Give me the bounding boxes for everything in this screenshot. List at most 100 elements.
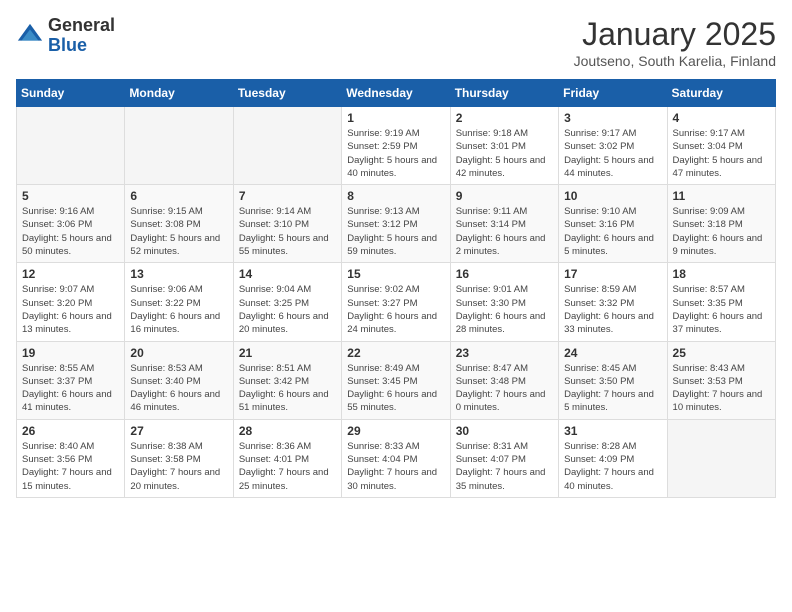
day-number: 21 bbox=[239, 346, 336, 360]
day-number: 2 bbox=[456, 111, 553, 125]
day-info: Sunrise: 9:04 AM Sunset: 3:25 PM Dayligh… bbox=[239, 283, 336, 336]
calendar-cell: 29 Sunrise: 8:33 AM Sunset: 4:04 PM Dayli… bbox=[342, 419, 450, 497]
calendar-week-3: 12Sunrise: 9:07 AM Sunset: 3:20 PM Dayli… bbox=[17, 263, 776, 341]
day-number: 5 bbox=[22, 189, 119, 203]
calendar-cell bbox=[233, 107, 341, 185]
calendar-cell: 6 Sunrise: 9:15 AM Sunset: 3:08 PM Daylig… bbox=[125, 185, 233, 263]
day-number: 23 bbox=[456, 346, 553, 360]
calendar-cell: 21 Sunrise: 8:51 AM Sunset: 3:42 PM Dayli… bbox=[233, 341, 341, 419]
day-header-saturday: Saturday bbox=[667, 80, 775, 107]
day-info: Sunrise: 8:47 AM Sunset: 3:48 PM Dayligh… bbox=[456, 362, 553, 415]
calendar-cell bbox=[125, 107, 233, 185]
day-info: Sunrise: 9:09 AM Sunset: 3:18 PM Dayligh… bbox=[673, 205, 770, 258]
calendar-cell: 22 Sunrise: 8:49 AM Sunset: 3:45 PM Dayli… bbox=[342, 341, 450, 419]
day-info: Sunrise: 8:40 AM Sunset: 3:56 PM Dayligh… bbox=[22, 440, 119, 493]
calendar-cell: 30 Sunrise: 8:31 AM Sunset: 4:07 PM Dayli… bbox=[450, 419, 558, 497]
page-header: General Blue January 2025 Joutseno, Sout… bbox=[16, 16, 776, 69]
calendar-cell: 3Sunrise: 9:17 AM Sunset: 3:02 PM Daylig… bbox=[559, 107, 667, 185]
day-info: Sunrise: 9:07 AM Sunset: 3:20 PM Dayligh… bbox=[22, 283, 119, 336]
logo: General Blue bbox=[16, 16, 115, 56]
calendar-cell: 19Sunrise: 8:55 AM Sunset: 3:37 PM Dayli… bbox=[17, 341, 125, 419]
location-subtitle: Joutseno, South Karelia, Finland bbox=[574, 53, 776, 69]
day-header-monday: Monday bbox=[125, 80, 233, 107]
day-number: 14 bbox=[239, 267, 336, 281]
day-number: 6 bbox=[130, 189, 227, 203]
day-number: 10 bbox=[564, 189, 661, 203]
logo-text: General Blue bbox=[48, 16, 115, 56]
day-number: 27 bbox=[130, 424, 227, 438]
calendar-cell: 2 Sunrise: 9:18 AM Sunset: 3:01 PM Daylig… bbox=[450, 107, 558, 185]
day-info: Sunrise: 9:16 AM Sunset: 3:06 PM Dayligh… bbox=[22, 205, 119, 258]
calendar-cell: 14 Sunrise: 9:04 AM Sunset: 3:25 PM Dayli… bbox=[233, 263, 341, 341]
calendar-cell: 17 Sunrise: 8:59 AM Sunset: 3:32 PM Dayli… bbox=[559, 263, 667, 341]
day-info: Sunrise: 8:53 AM Sunset: 3:40 PM Dayligh… bbox=[130, 362, 227, 415]
day-info: Sunrise: 9:19 AM Sunset: 2:59 PM Dayligh… bbox=[347, 127, 444, 180]
day-number: 30 bbox=[456, 424, 553, 438]
calendar-cell: 31 Sunrise: 8:28 AM Sunset: 4:09 PM Dayli… bbox=[559, 419, 667, 497]
day-number: 7 bbox=[239, 189, 336, 203]
day-info: Sunrise: 9:15 AM Sunset: 3:08 PM Dayligh… bbox=[130, 205, 227, 258]
day-info: Sunrise: 8:36 AM Sunset: 4:01 PM Dayligh… bbox=[239, 440, 336, 493]
day-info: Sunrise: 9:11 AM Sunset: 3:14 PM Dayligh… bbox=[456, 205, 553, 258]
calendar-cell: 18Sunrise: 8:57 AM Sunset: 3:35 PM Dayli… bbox=[667, 263, 775, 341]
day-info: Sunrise: 9:06 AM Sunset: 3:22 PM Dayligh… bbox=[130, 283, 227, 336]
calendar-cell: 27 Sunrise: 8:38 AM Sunset: 3:58 PM Dayli… bbox=[125, 419, 233, 497]
day-number: 11 bbox=[673, 189, 770, 203]
calendar-cell: 12Sunrise: 9:07 AM Sunset: 3:20 PM Dayli… bbox=[17, 263, 125, 341]
day-header-wednesday: Wednesday bbox=[342, 80, 450, 107]
day-info: Sunrise: 9:02 AM Sunset: 3:27 PM Dayligh… bbox=[347, 283, 444, 336]
calendar-table: SundayMondayTuesdayWednesdayThursdayFrid… bbox=[16, 79, 776, 498]
calendar-cell: 1Sunrise: 9:19 AM Sunset: 2:59 PM Daylig… bbox=[342, 107, 450, 185]
day-number: 31 bbox=[564, 424, 661, 438]
day-number: 16 bbox=[456, 267, 553, 281]
calendar-cell: 16Sunrise: 9:01 AM Sunset: 3:30 PM Dayli… bbox=[450, 263, 558, 341]
day-number: 15 bbox=[347, 267, 444, 281]
day-info: Sunrise: 8:28 AM Sunset: 4:09 PM Dayligh… bbox=[564, 440, 661, 493]
calendar-header-row: SundayMondayTuesdayWednesdayThursdayFrid… bbox=[17, 80, 776, 107]
title-block: January 2025 Joutseno, South Karelia, Fi… bbox=[574, 16, 776, 69]
day-number: 22 bbox=[347, 346, 444, 360]
day-number: 8 bbox=[347, 189, 444, 203]
month-title: January 2025 bbox=[574, 16, 776, 53]
day-number: 4 bbox=[673, 111, 770, 125]
calendar-cell: 24Sunrise: 8:45 AM Sunset: 3:50 PM Dayli… bbox=[559, 341, 667, 419]
calendar-cell: 11 Sunrise: 9:09 AM Sunset: 3:18 PM Dayli… bbox=[667, 185, 775, 263]
calendar-week-1: 1Sunrise: 9:19 AM Sunset: 2:59 PM Daylig… bbox=[17, 107, 776, 185]
calendar-cell: 15 Sunrise: 9:02 AM Sunset: 3:27 PM Dayli… bbox=[342, 263, 450, 341]
calendar-week-5: 26 Sunrise: 8:40 AM Sunset: 3:56 PM Dayli… bbox=[17, 419, 776, 497]
calendar-cell: 23 Sunrise: 8:47 AM Sunset: 3:48 PM Dayli… bbox=[450, 341, 558, 419]
calendar-cell: 28 Sunrise: 8:36 AM Sunset: 4:01 PM Dayli… bbox=[233, 419, 341, 497]
day-info: Sunrise: 8:55 AM Sunset: 3:37 PM Dayligh… bbox=[22, 362, 119, 415]
calendar-cell: 10 Sunrise: 9:10 AM Sunset: 3:16 PM Dayli… bbox=[559, 185, 667, 263]
calendar-cell: 26 Sunrise: 8:40 AM Sunset: 3:56 PM Dayli… bbox=[17, 419, 125, 497]
day-header-tuesday: Tuesday bbox=[233, 80, 341, 107]
calendar-cell: 25Sunrise: 8:43 AM Sunset: 3:53 PM Dayli… bbox=[667, 341, 775, 419]
day-info: Sunrise: 9:18 AM Sunset: 3:01 PM Dayligh… bbox=[456, 127, 553, 180]
day-info: Sunrise: 8:38 AM Sunset: 3:58 PM Dayligh… bbox=[130, 440, 227, 493]
day-number: 26 bbox=[22, 424, 119, 438]
day-info: Sunrise: 9:13 AM Sunset: 3:12 PM Dayligh… bbox=[347, 205, 444, 258]
day-number: 18 bbox=[673, 267, 770, 281]
logo-general: General bbox=[48, 16, 115, 36]
calendar-cell: 20 Sunrise: 8:53 AM Sunset: 3:40 PM Dayli… bbox=[125, 341, 233, 419]
day-info: Sunrise: 9:17 AM Sunset: 3:02 PM Dayligh… bbox=[564, 127, 661, 180]
day-number: 9 bbox=[456, 189, 553, 203]
day-number: 13 bbox=[130, 267, 227, 281]
calendar-cell: 5 Sunrise: 9:16 AM Sunset: 3:06 PM Daylig… bbox=[17, 185, 125, 263]
logo-icon bbox=[16, 22, 44, 50]
calendar-cell bbox=[667, 419, 775, 497]
calendar-cell: 13 Sunrise: 9:06 AM Sunset: 3:22 PM Dayli… bbox=[125, 263, 233, 341]
day-number: 29 bbox=[347, 424, 444, 438]
day-info: Sunrise: 8:49 AM Sunset: 3:45 PM Dayligh… bbox=[347, 362, 444, 415]
day-number: 20 bbox=[130, 346, 227, 360]
day-info: Sunrise: 8:33 AM Sunset: 4:04 PM Dayligh… bbox=[347, 440, 444, 493]
day-info: Sunrise: 8:51 AM Sunset: 3:42 PM Dayligh… bbox=[239, 362, 336, 415]
day-info: Sunrise: 8:31 AM Sunset: 4:07 PM Dayligh… bbox=[456, 440, 553, 493]
day-number: 17 bbox=[564, 267, 661, 281]
day-info: Sunrise: 8:45 AM Sunset: 3:50 PM Dayligh… bbox=[564, 362, 661, 415]
calendar-cell bbox=[17, 107, 125, 185]
day-number: 28 bbox=[239, 424, 336, 438]
day-info: Sunrise: 9:10 AM Sunset: 3:16 PM Dayligh… bbox=[564, 205, 661, 258]
calendar-cell: 7Sunrise: 9:14 AM Sunset: 3:10 PM Daylig… bbox=[233, 185, 341, 263]
day-info: Sunrise: 8:59 AM Sunset: 3:32 PM Dayligh… bbox=[564, 283, 661, 336]
